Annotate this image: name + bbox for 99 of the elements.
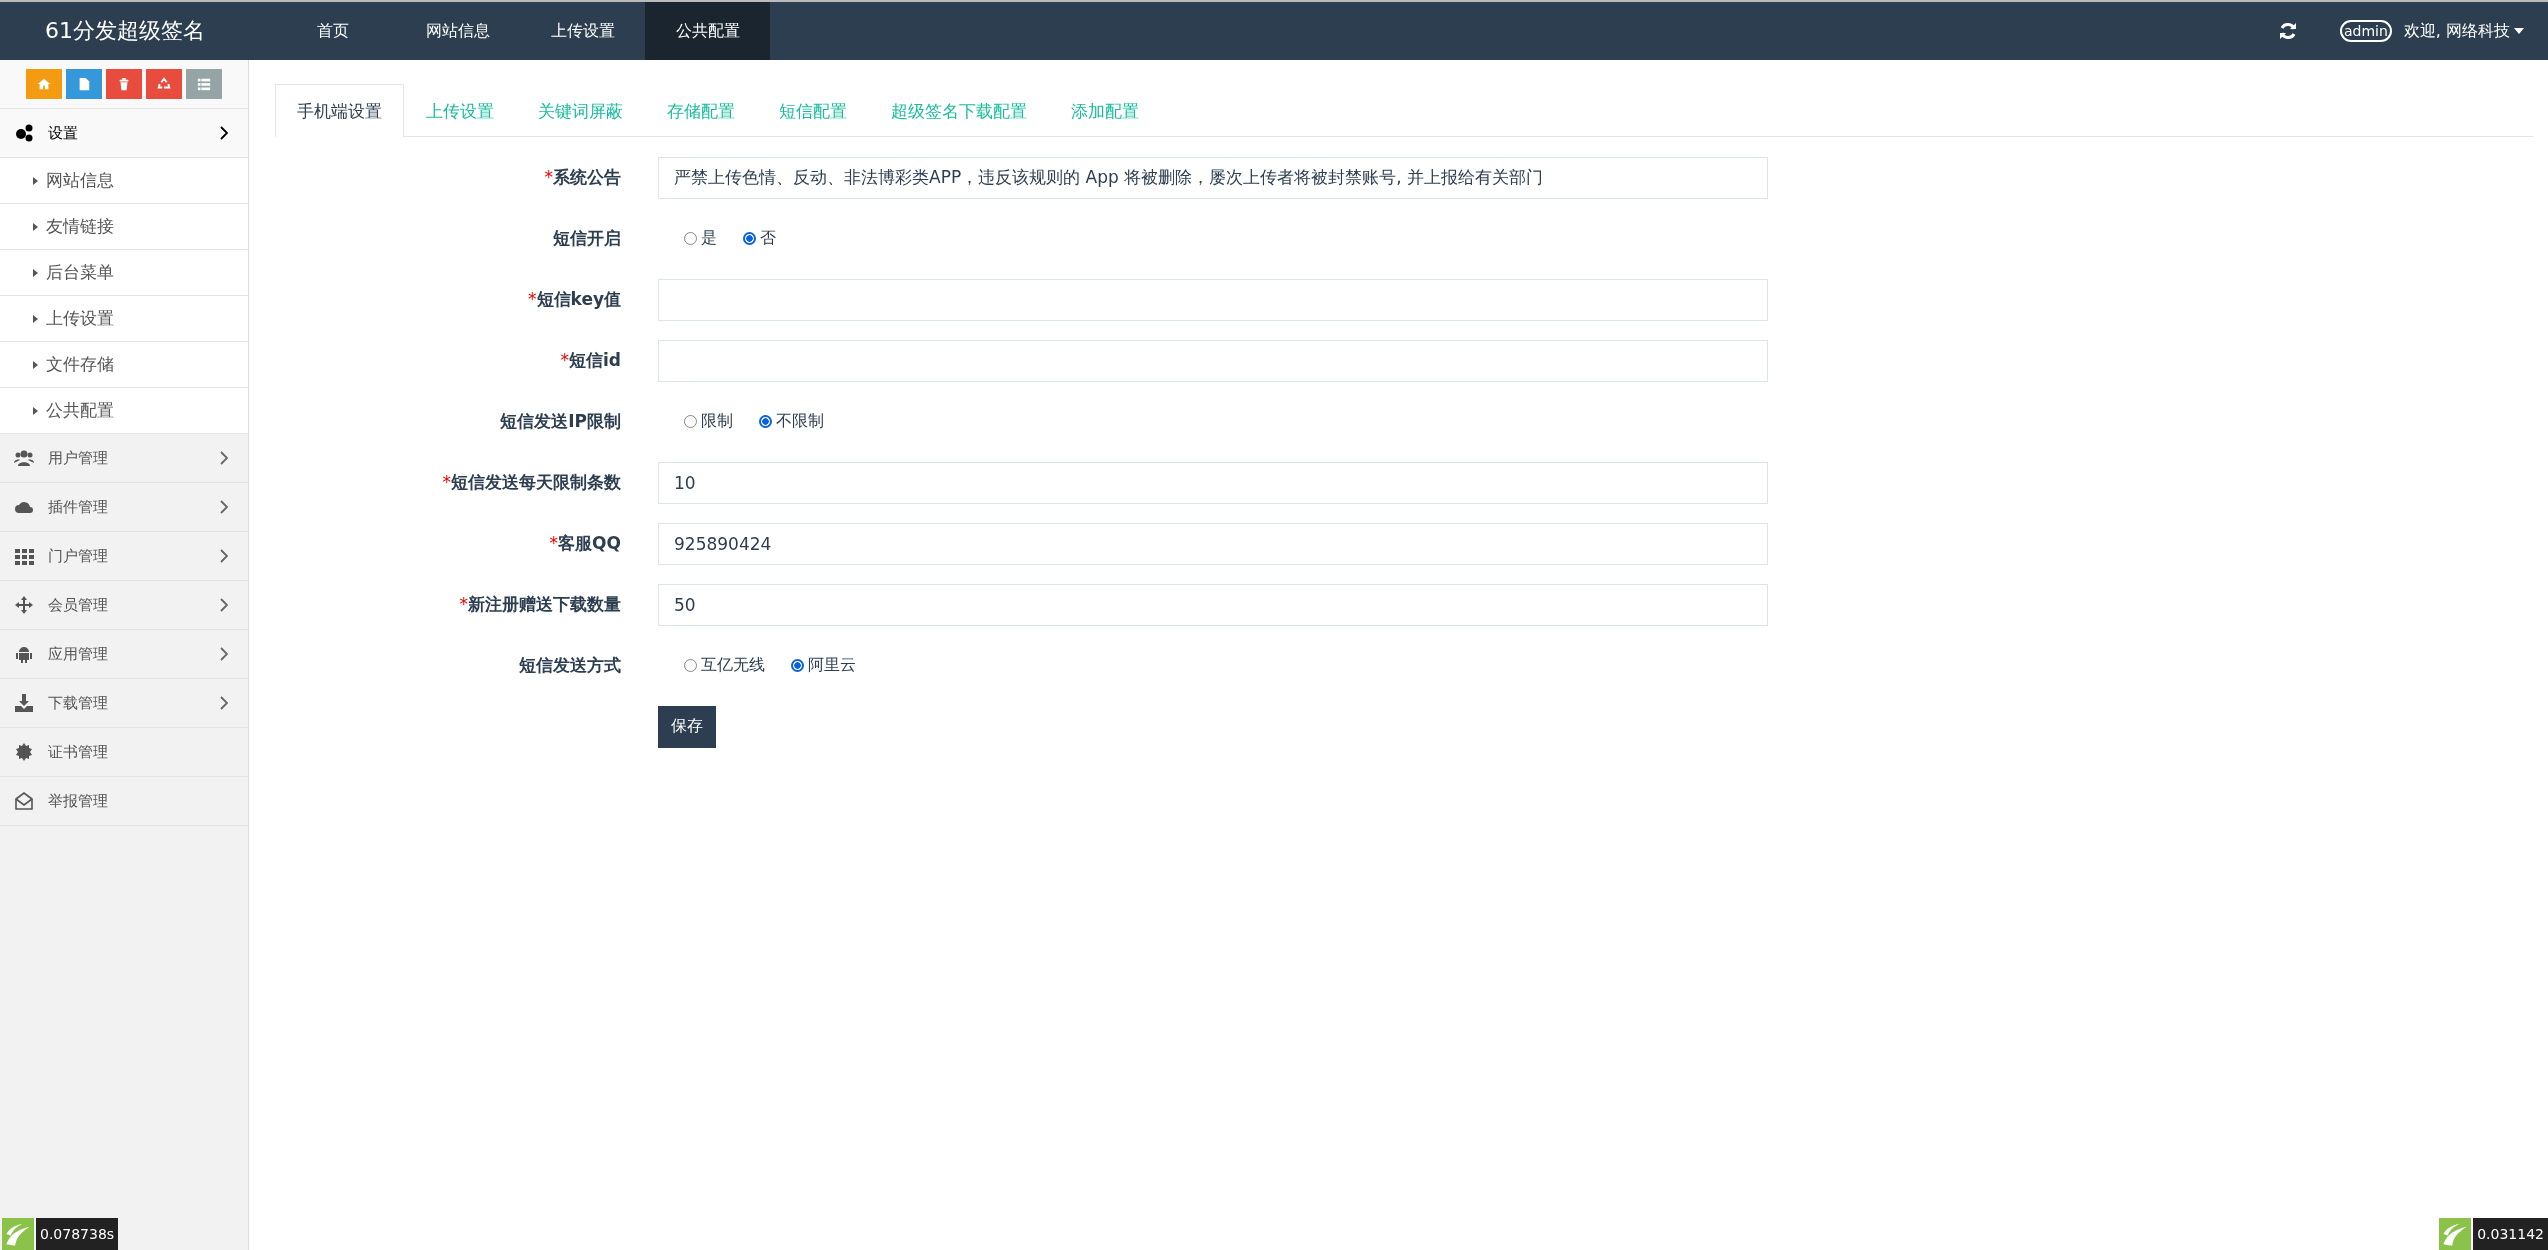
caret-right-icon bbox=[33, 406, 38, 415]
sidebar-menu-label: 插件管理 bbox=[48, 497, 108, 517]
list-button[interactable] bbox=[186, 69, 222, 99]
chevron-right-icon bbox=[220, 126, 228, 140]
sidebar-menu-label: 门户管理 bbox=[48, 546, 108, 566]
caret-icon bbox=[2514, 28, 2524, 34]
sidebar-menu-item[interactable]: 设置 bbox=[0, 109, 248, 158]
input-field[interactable]: 10 bbox=[658, 461, 1768, 504]
sidebar-submenu-item[interactable]: 公共配置 bbox=[0, 388, 248, 434]
sidebar-submenu-label: 后台菜单 bbox=[46, 261, 114, 284]
radio-option[interactable]: 互亿无线 bbox=[684, 655, 765, 676]
leaf-logo-icon[interactable] bbox=[2437, 1218, 2474, 1250]
chevron-right-icon bbox=[220, 647, 228, 661]
field-label: 短信开启 bbox=[552, 227, 621, 250]
field-label: *客服QQ bbox=[548, 532, 621, 555]
radio-option[interactable]: 否 bbox=[743, 228, 776, 249]
brand-title[interactable]: 61分发超级签名 bbox=[0, 2, 250, 60]
sidebar-menu-item[interactable]: 证书管理 bbox=[0, 728, 248, 777]
debug-time: 0.031142 bbox=[2473, 1218, 2548, 1250]
sidebar-menu-item[interactable]: 下载管理 bbox=[0, 679, 248, 728]
sidebar-submenu-item[interactable]: 后台菜单 bbox=[0, 250, 248, 296]
grid-icon bbox=[14, 546, 34, 566]
nav-link[interactable]: 公共配置 bbox=[645, 2, 770, 60]
sidebar-menu-label: 举报管理 bbox=[48, 791, 108, 811]
chevron-right-icon bbox=[220, 696, 228, 710]
nav-link[interactable]: 上传设置 bbox=[520, 2, 645, 60]
file-button[interactable] bbox=[66, 69, 102, 99]
field-label: *系统公告 bbox=[543, 166, 621, 189]
debug-time: 0.078738s bbox=[36, 1218, 119, 1250]
input-field[interactable] bbox=[658, 339, 1768, 382]
caret-right-icon bbox=[33, 176, 38, 185]
list-icon bbox=[197, 77, 211, 91]
sidebar-menu-label: 证书管理 bbox=[48, 742, 108, 762]
sidebar-menu-item[interactable]: 会员管理 bbox=[0, 581, 248, 630]
caret-right-icon bbox=[33, 360, 38, 369]
sidebar-menu-label: 用户管理 bbox=[48, 448, 108, 468]
sidebar-menu-item[interactable]: 门户管理 bbox=[0, 532, 248, 581]
sidebar-menu-label: 设置 bbox=[48, 123, 78, 143]
sidebar-menu-label: 下载管理 bbox=[48, 693, 108, 713]
move-arrows-icon bbox=[14, 595, 34, 615]
user-badge: admin bbox=[2339, 20, 2392, 42]
chevron-right-icon bbox=[220, 500, 228, 514]
refresh-icon[interactable] bbox=[2277, 21, 2298, 41]
envelope-icon bbox=[14, 791, 34, 811]
chevron-right-icon bbox=[220, 598, 228, 612]
sidebar-menu-label: 会员管理 bbox=[48, 595, 108, 615]
input-field[interactable]: 925890424 bbox=[658, 522, 1768, 565]
sidebar-menu-item[interactable]: 举报管理 bbox=[0, 777, 248, 826]
radio-option[interactable]: 阿里云 bbox=[791, 655, 856, 676]
sidebar-menu-item[interactable]: 应用管理 bbox=[0, 630, 248, 679]
caret-right-icon bbox=[33, 222, 38, 231]
input-field[interactable]: 严禁上传色情、反动、非法博彩类APP，违反该规则的 App 将被删除，屡次上传者将被封禁账号, 并上报给有关部门 bbox=[658, 156, 1768, 199]
input-field[interactable]: 50 bbox=[658, 583, 1768, 626]
sidebar-submenu-label: 友情链接 bbox=[46, 215, 114, 238]
nav-link[interactable]: 首页 bbox=[270, 2, 395, 60]
sidebar-menu-item[interactable]: 插件管理 bbox=[0, 483, 248, 532]
field-label: 短信发送IP限制 bbox=[499, 410, 621, 433]
android-icon bbox=[14, 644, 34, 664]
sidebar-submenu-label: 上传设置 bbox=[46, 307, 114, 330]
field-label: *新注册赠送下载数量 bbox=[458, 593, 621, 616]
sidebar-menu-label: 应用管理 bbox=[48, 644, 108, 664]
save-button[interactable]: 保存 bbox=[658, 705, 716, 748]
sidebar-submenu-label: 文件存储 bbox=[46, 353, 114, 376]
trash-button[interactable] bbox=[106, 69, 142, 99]
trash-icon bbox=[117, 77, 131, 91]
user-menu[interactable]: 欢迎, 网络科技 bbox=[2403, 20, 2524, 42]
home-icon bbox=[37, 77, 51, 91]
sidebar-submenu-item[interactable]: 友情链接 bbox=[0, 204, 248, 250]
radio-button[interactable] bbox=[743, 232, 756, 245]
radio-option[interactable]: 限制 bbox=[684, 411, 733, 432]
sidebar-submenu-label: 网站信息 bbox=[46, 169, 114, 192]
sidebar-submenu-label: 公共配置 bbox=[46, 399, 114, 422]
sidebar-submenu-item[interactable]: 网站信息 bbox=[0, 158, 248, 204]
chevron-right-icon bbox=[220, 451, 228, 465]
field-label: 短信发送方式 bbox=[518, 654, 621, 677]
recycle-icon bbox=[157, 77, 171, 91]
nav-link[interactable]: 网站信息 bbox=[395, 2, 520, 60]
tab[interactable]: 手机端设置 bbox=[275, 84, 404, 137]
field-label: *短信key值 bbox=[527, 288, 621, 311]
field-label: *短信发送每天限制条数 bbox=[441, 471, 621, 494]
recycle-button[interactable] bbox=[146, 69, 182, 99]
badge-icon bbox=[14, 742, 34, 762]
users-icon bbox=[14, 448, 34, 468]
radio-button[interactable] bbox=[791, 659, 804, 672]
input-field[interactable] bbox=[658, 278, 1768, 321]
sidebar-menu-item[interactable]: 用户管理 bbox=[0, 434, 248, 483]
caret-right-icon bbox=[33, 314, 38, 323]
caret-right-icon bbox=[33, 268, 38, 277]
field-label: *短信id bbox=[559, 349, 621, 372]
sidebar-submenu-item[interactable]: 文件存储 bbox=[0, 342, 248, 388]
download-icon bbox=[14, 693, 34, 713]
file-icon bbox=[77, 77, 91, 91]
home-button[interactable] bbox=[26, 69, 62, 99]
sidebar-submenu-item[interactable]: 上传设置 bbox=[0, 296, 248, 342]
radio-option[interactable]: 不限制 bbox=[759, 411, 824, 432]
radio-button[interactable] bbox=[759, 415, 772, 428]
chevron-right-icon bbox=[220, 549, 228, 563]
gears-icon bbox=[14, 123, 34, 143]
radio-option[interactable]: 是 bbox=[684, 228, 717, 249]
